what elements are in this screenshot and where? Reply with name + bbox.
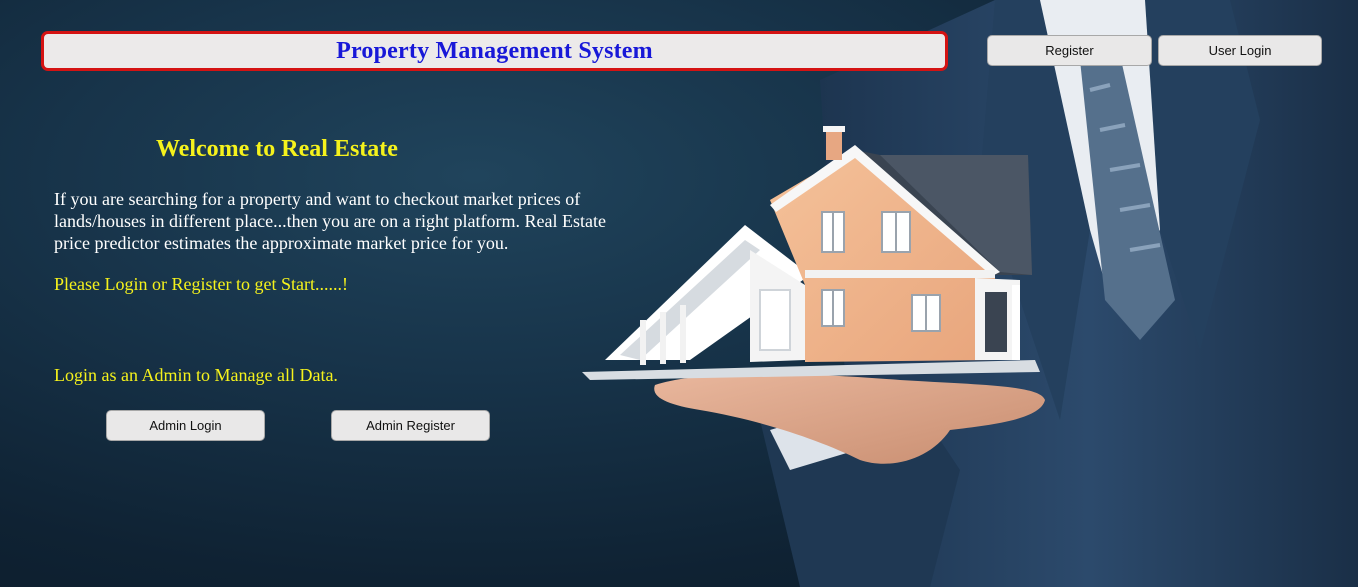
admin-login-button[interactable]: Admin Login xyxy=(106,410,265,441)
login-register-prompt: Please Login or Register to get Start...… xyxy=(54,274,348,294)
page-title: Property Management System xyxy=(336,37,653,64)
user-login-button[interactable]: User Login xyxy=(1158,35,1322,66)
page-title-bar: Property Management System xyxy=(41,31,948,71)
intro-paragraph: If you are searching for a property and … xyxy=(54,189,606,253)
admin-register-button[interactable]: Admin Register xyxy=(331,410,490,441)
welcome-heading: Welcome to Real Estate xyxy=(156,136,398,162)
register-button[interactable]: Register xyxy=(987,35,1152,66)
admin-prompt: Login as an Admin to Manage all Data. xyxy=(54,365,338,385)
